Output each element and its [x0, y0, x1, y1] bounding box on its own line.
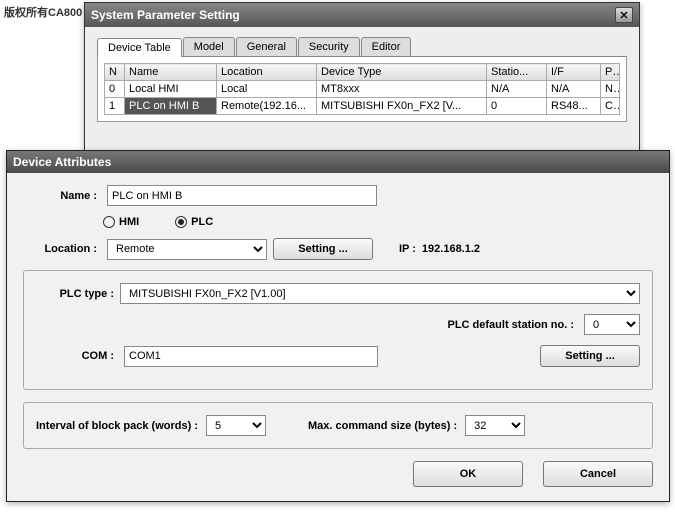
station-select[interactable]: 0: [584, 314, 640, 335]
tab-device-table[interactable]: Device Table: [97, 38, 182, 57]
parent-title: System Parameter Setting: [91, 8, 240, 22]
col-station[interactable]: Statio...: [487, 64, 547, 81]
cell-station: 0: [487, 98, 547, 115]
location-setting-button[interactable]: Setting ...: [273, 238, 373, 260]
name-row: Name :: [23, 185, 653, 206]
ip-value: 192.168.1.2: [422, 243, 480, 255]
parent-title-bar: System Parameter Setting ✕: [85, 3, 639, 27]
col-if[interactable]: I/F: [547, 64, 601, 81]
cell-n: 0: [105, 81, 125, 98]
maxcmd-select[interactable]: 32: [465, 415, 525, 436]
close-icon[interactable]: ✕: [615, 7, 633, 23]
dialog-title: Device Attributes: [13, 155, 111, 169]
advanced-groupbox: Interval of block pack (words) : 5 Max. …: [23, 402, 653, 449]
ok-button[interactable]: OK: [413, 461, 523, 487]
cell-type: MT8xxx: [317, 81, 487, 98]
name-label: Name :: [23, 190, 97, 202]
cell-location: Local: [217, 81, 317, 98]
com-setting-button[interactable]: Setting ...: [540, 345, 640, 367]
plc-type-select[interactable]: MITSUBISHI FX0n_FX2 [V1.00]: [120, 283, 640, 304]
dialog-button-row: OK Cancel: [23, 461, 653, 487]
dialog-body: Name : HMI PLC Location : Remote Setting…: [7, 173, 669, 501]
plc-groupbox: PLC type : MITSUBISHI FX0n_FX2 [V1.00] P…: [23, 270, 653, 390]
tab-editor[interactable]: Editor: [361, 37, 412, 56]
system-parameter-window: System Parameter Setting ✕ Device Table …: [84, 2, 640, 152]
radio-hmi-label: HMI: [119, 216, 139, 228]
col-type[interactable]: Device Type: [317, 64, 487, 81]
table-row[interactable]: 1 PLC on HMI B Remote(192.16... MITSUBIS…: [105, 98, 620, 115]
radio-icon: [175, 216, 187, 228]
station-row: PLC default station no. : 0: [36, 314, 640, 335]
radio-plc-label: PLC: [191, 216, 213, 228]
tab-bar: Device Table Model General Security Edit…: [97, 37, 627, 57]
plc-type-row: PLC type : MITSUBISHI FX0n_FX2 [V1.00]: [36, 283, 640, 304]
device-attributes-dialog: Device Attributes Name : HMI PLC Locatio…: [6, 150, 670, 502]
radio-plc[interactable]: PLC: [175, 216, 213, 228]
location-label: Location :: [23, 243, 97, 255]
interval-label: Interval of block pack (words) :: [36, 420, 198, 432]
col-port[interactable]: Port: [601, 64, 620, 81]
maxcmd-label: Max. command size (bytes) :: [308, 420, 457, 432]
cell-name: Local HMI: [125, 81, 217, 98]
tab-security[interactable]: Security: [298, 37, 360, 56]
dialog-title-bar: Device Attributes: [7, 151, 669, 173]
col-name[interactable]: Name: [125, 64, 217, 81]
col-n[interactable]: N: [105, 64, 125, 81]
tab-model[interactable]: Model: [183, 37, 235, 56]
cell-n: 1: [105, 98, 125, 115]
cancel-button[interactable]: Cancel: [543, 461, 653, 487]
plc-type-label: PLC type :: [36, 288, 114, 300]
cell-if: RS48...: [547, 98, 601, 115]
device-table[interactable]: N Name Location Device Type Statio... I/…: [104, 63, 620, 115]
com-input[interactable]: [124, 346, 378, 367]
name-input[interactable]: [107, 185, 377, 206]
col-location[interactable]: Location: [217, 64, 317, 81]
copyright-text: 版权所有CA800: [4, 4, 82, 20]
cell-name: PLC on HMI B: [125, 98, 217, 115]
parent-body: Device Table Model General Security Edit…: [85, 27, 639, 130]
cell-port: COM1(: [601, 98, 620, 115]
location-row: Location : Remote Setting ... IP : 192.1…: [23, 238, 653, 260]
ip-label: IP :: [399, 243, 416, 255]
interval-row: Interval of block pack (words) : 5 Max. …: [36, 415, 640, 436]
interval-select[interactable]: 5: [206, 415, 266, 436]
location-select[interactable]: Remote: [107, 239, 267, 260]
table-row[interactable]: 0 Local HMI Local MT8xxx N/A N/A N/A: [105, 81, 620, 98]
cell-port: N/A: [601, 81, 620, 98]
cell-station: N/A: [487, 81, 547, 98]
device-kind-radio-group: HMI PLC: [103, 216, 653, 228]
com-label: COM :: [36, 350, 114, 362]
com-row: COM : Setting ...: [36, 345, 640, 367]
table-header-row: N Name Location Device Type Statio... I/…: [105, 64, 620, 81]
station-label: PLC default station no. :: [448, 319, 575, 331]
device-table-wrap: N Name Location Device Type Statio... I/…: [97, 57, 627, 122]
tab-general[interactable]: General: [236, 37, 297, 56]
cell-location: Remote(192.16...: [217, 98, 317, 115]
cell-type: MITSUBISHI FX0n_FX2 [V...: [317, 98, 487, 115]
radio-hmi[interactable]: HMI: [103, 216, 139, 228]
cell-if: N/A: [547, 81, 601, 98]
radio-icon: [103, 216, 115, 228]
